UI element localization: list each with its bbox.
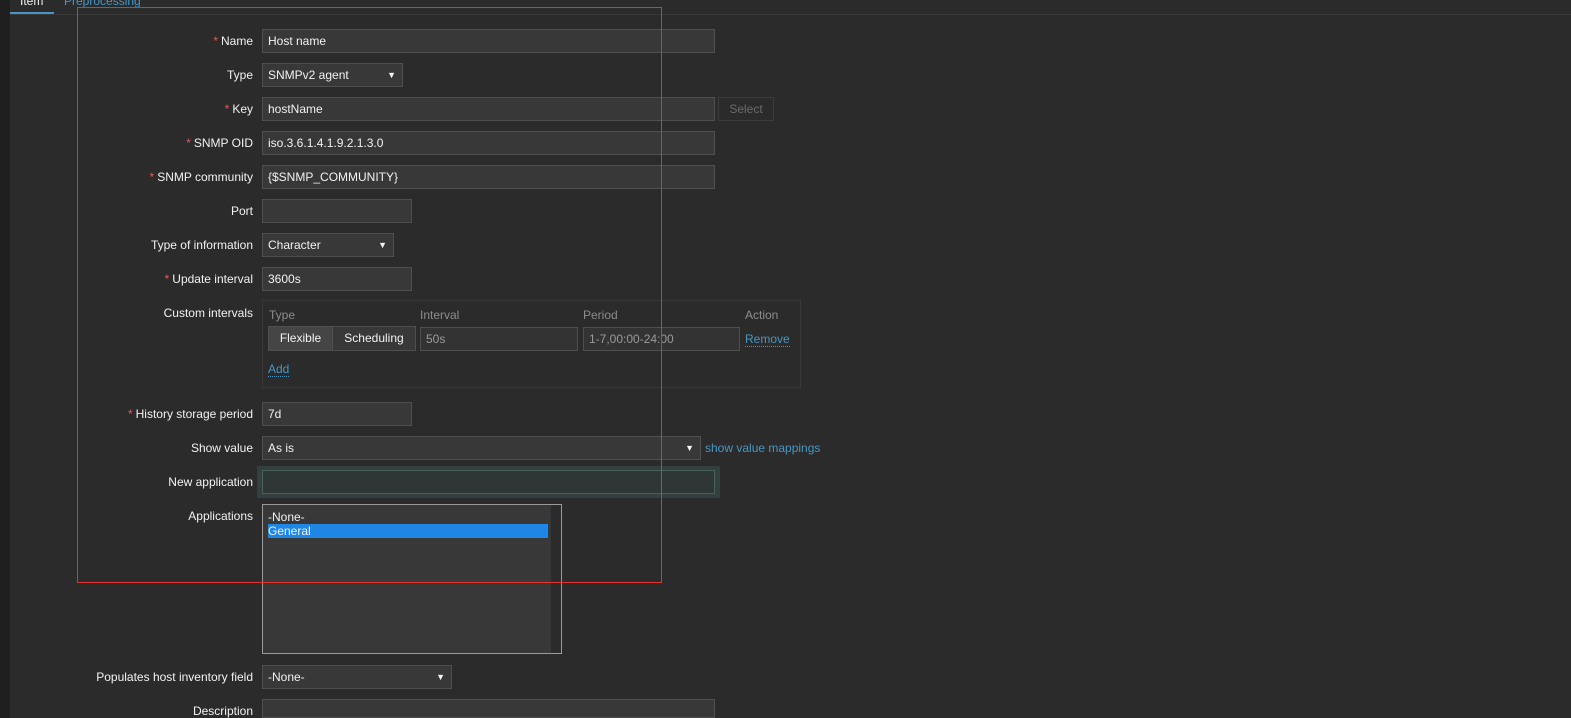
remove-interval-link[interactable]: Remove — [745, 332, 790, 347]
key-label: * Key — [224, 102, 253, 116]
custom-intervals-label: Custom intervals — [163, 306, 253, 320]
applications-listbox[interactable]: -None- General — [262, 504, 562, 654]
new-application-label: New application — [168, 475, 253, 489]
required-marker: * — [164, 272, 170, 286]
chevron-down-icon: ▼ — [685, 443, 694, 453]
type-of-information-label: Type of information — [150, 238, 253, 252]
period-input[interactable]: 1-7,00:00-24:00 — [583, 327, 740, 351]
description-textarea[interactable] — [262, 699, 715, 718]
update-interval-input[interactable]: 3600s — [262, 267, 412, 291]
snmp-community-input[interactable]: {$SNMP_COMMUNITY} — [262, 165, 715, 189]
key-select-button[interactable]: Select — [718, 97, 774, 121]
applications-label: Applications — [188, 509, 253, 523]
left-edge-strip — [0, 0, 10, 718]
chevron-down-icon: ▼ — [436, 672, 445, 682]
required-marker: * — [186, 136, 191, 150]
required-marker: * — [224, 102, 230, 116]
type-label: Type — [226, 68, 253, 82]
scheduling-toggle[interactable]: Scheduling — [333, 326, 416, 351]
type-of-information-select[interactable]: Character ▼ — [262, 233, 394, 257]
listbox-scrollbar[interactable] — [551, 505, 561, 653]
new-application-focus-highlight — [257, 466, 720, 498]
snmp-oid-label: * SNMP OID — [186, 136, 253, 150]
type-select[interactable]: SNMPv2 agent ▼ — [262, 63, 403, 87]
column-header-action: Action — [745, 308, 779, 322]
show-value-mappings-link[interactable]: show value mappings — [705, 441, 820, 455]
show-value-select[interactable]: As is ▼ — [262, 436, 701, 460]
key-input[interactable]: hostName — [262, 97, 715, 121]
name-label: * Name — [213, 34, 253, 48]
required-marker: * — [127, 407, 133, 421]
required-marker: * — [213, 34, 218, 48]
description-label: Description — [192, 704, 253, 718]
tab-item[interactable]: Item — [20, 0, 43, 8]
flexible-toggle[interactable]: Flexible — [268, 326, 333, 351]
name-input[interactable]: Host name — [262, 29, 715, 53]
host-inventory-field-select[interactable]: -None- ▼ — [262, 665, 452, 689]
tab-bar: Item Preprocessing — [10, 0, 1571, 15]
update-interval-label: * Update interval — [164, 272, 253, 286]
port-label: Port — [230, 204, 253, 218]
show-value-label: Show value — [190, 441, 253, 455]
column-header-period: Period — [583, 308, 618, 322]
list-item-selected[interactable]: General — [268, 524, 548, 538]
tab-preprocessing[interactable]: Preprocessing — [64, 0, 141, 8]
add-interval-link[interactable]: Add — [268, 362, 290, 377]
new-application-input[interactable] — [262, 470, 715, 494]
required-marker: * — [149, 170, 155, 184]
interval-input[interactable]: 50s — [420, 327, 578, 351]
port-input[interactable] — [262, 199, 412, 223]
chevron-down-icon: ▼ — [378, 240, 387, 250]
column-header-interval: Interval — [420, 308, 460, 322]
history-storage-period-label: * History storage period — [127, 407, 253, 421]
column-header-type: Type — [269, 308, 296, 322]
active-tab-underline — [10, 12, 54, 14]
chevron-down-icon: ▼ — [387, 70, 396, 80]
populates-host-inventory-field-label: Populates host inventory field — [96, 670, 253, 684]
snmp-oid-input[interactable]: iso.3.6.1.4.1.9.2.1.3.0 — [262, 131, 715, 155]
history-storage-period-input[interactable]: 7d — [262, 402, 412, 426]
snmp-community-label: * SNMP community — [149, 170, 253, 184]
list-item[interactable]: -None- — [268, 510, 548, 524]
